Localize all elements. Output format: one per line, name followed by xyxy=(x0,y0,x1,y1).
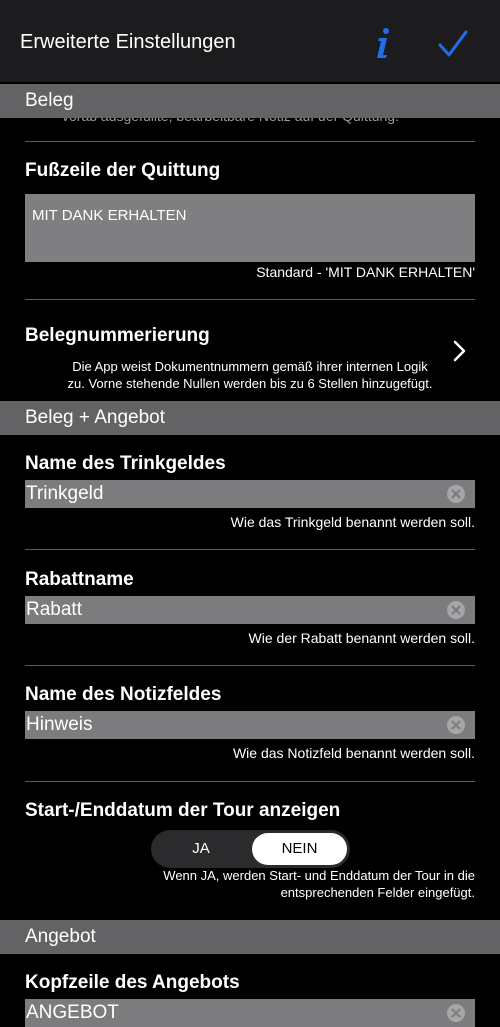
receipt-footer-label: Fußzeile der Quittung xyxy=(25,160,221,181)
page-title: Erweiterte Einstellungen xyxy=(20,31,236,53)
receipt-footer-textarea[interactable]: MIT DANK ERHALTEN xyxy=(25,194,475,262)
discount-name-label: Rabattname xyxy=(25,569,134,590)
tour-dates-label: Start-/Enddatum der Tour anzeigen xyxy=(25,800,341,821)
tip-name-value: Trinkgeld xyxy=(26,483,104,504)
discount-name-hint: Wie der Rabatt benannt werden soll. xyxy=(248,630,475,646)
tip-name-label: Name des Trinkgeldes xyxy=(25,453,226,474)
clear-icon[interactable] xyxy=(446,715,466,735)
receipt-numbering-description-line1: Die App weist Dokumentnummern gemäß ihre… xyxy=(72,359,428,374)
clear-icon[interactable] xyxy=(446,600,466,620)
discount-name-input[interactable]: Rabatt xyxy=(25,596,475,624)
clear-icon[interactable] xyxy=(446,1003,466,1023)
discount-name-value: Rabatt xyxy=(26,599,82,620)
tour-dates-hint: Wenn JA, werden Start- und Enddatum der … xyxy=(95,867,475,901)
divider xyxy=(25,549,475,550)
divider xyxy=(25,141,475,142)
info-icon[interactable] xyxy=(372,26,394,60)
note-name-value: Hinweis xyxy=(26,714,93,735)
toggle-option-ja[interactable]: JA xyxy=(153,833,249,865)
tour-dates-hint-line2: entsprechenden Felder eingefügt. xyxy=(280,885,475,900)
section-title: Beleg xyxy=(25,90,74,111)
section-title: Beleg + Angebot xyxy=(25,407,165,428)
offer-header-input[interactable]: ANGEBOT xyxy=(25,999,475,1027)
offer-header-label: Kopfzeile des Angebots xyxy=(25,972,240,993)
divider xyxy=(25,781,475,782)
divider xyxy=(25,299,475,300)
clear-icon[interactable] xyxy=(446,484,466,504)
section-header-angebot: Angebot xyxy=(0,920,500,954)
toggle-option-nein[interactable]: NEIN xyxy=(252,833,347,865)
note-name-input[interactable]: Hinweis xyxy=(25,711,475,739)
tour-dates-toggle[interactable]: JA NEIN xyxy=(151,830,350,868)
note-name-hint: Wie das Notizfeld benannt werden soll. xyxy=(232,745,475,761)
tour-dates-hint-line1: Wenn JA, werden Start- und Enddatum der … xyxy=(163,868,475,883)
checkmark-icon[interactable] xyxy=(438,30,468,58)
tip-name-hint: Wie das Trinkgeld benannt werden soll. xyxy=(230,514,475,530)
note-name-label: Name des Notizfeldes xyxy=(25,684,222,705)
section-header-beleg: Beleg xyxy=(0,84,500,118)
receipt-numbering-label[interactable]: Belegnummerierung xyxy=(25,325,210,347)
receipt-footer-hint: Standard - 'MIT DANK ERHALTEN' xyxy=(256,264,475,280)
tip-name-input[interactable]: Trinkgeld xyxy=(25,480,475,508)
divider xyxy=(25,665,475,666)
offer-header-value: ANGEBOT xyxy=(26,1002,119,1023)
receipt-numbering-description-line2: zu. Vorne stehende Nullen werden bis zu … xyxy=(67,376,433,391)
section-header-beleg-angebot: Beleg + Angebot xyxy=(0,401,500,435)
section-title: Angebot xyxy=(25,926,96,947)
